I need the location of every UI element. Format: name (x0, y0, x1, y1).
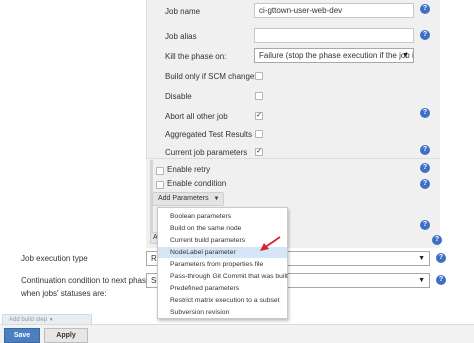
menu-item-restrict-matrix-execution[interactable]: Restrict matrix execution to a subset (158, 295, 287, 306)
job-execution-type-label: Job execution type (21, 254, 88, 263)
aggregated-tests-label: Aggregated Test Results (165, 130, 253, 139)
menu-item-build-same-node[interactable]: Build on the same node (158, 223, 287, 234)
abort-all-checkbox[interactable]: ✓ (255, 112, 263, 120)
menu-item-predefined-parameters[interactable]: Predefined parameters (158, 283, 287, 294)
add-parameters-menu: Boolean parameters Build on the same nod… (157, 207, 288, 319)
add-parameters-label: Add Parameters (158, 195, 209, 202)
chevron-down-icon: ▼ (418, 255, 425, 262)
chevron-down-icon: ▼ (213, 196, 220, 202)
enable-retry-label: Enable retry (167, 165, 211, 174)
help-icon[interactable]: ? (420, 108, 430, 118)
help-icon[interactable]: ? (420, 145, 430, 155)
build-only-scm-label: Build only if SCM changes (165, 72, 259, 81)
checkmark-icon: ✓ (256, 112, 262, 119)
add-build-step-label: Add build step (9, 317, 48, 323)
job-alias-label: Job alias (165, 32, 197, 41)
apply-button[interactable]: Apply (44, 328, 88, 343)
enable-retry-checkbox[interactable] (156, 167, 164, 175)
help-icon[interactable]: ? (420, 179, 430, 189)
kill-phase-select[interactable]: Failure (stop the phase execution if the… (254, 48, 414, 63)
current-params-checkbox[interactable]: ✓ (255, 148, 263, 156)
help-icon[interactable]: ? (420, 163, 430, 173)
help-icon[interactable]: ? (420, 220, 430, 230)
help-icon[interactable]: ? (436, 253, 446, 263)
abort-all-label: Abort all other job (165, 112, 228, 121)
kill-phase-label: Kill the phase on: (165, 52, 227, 61)
menu-item-pass-through-git-commit[interactable]: Pass-through Git Commit that was built (158, 271, 288, 282)
help-icon[interactable]: ? (436, 275, 446, 285)
continuation-label-line2: when jobs' statuses are: (21, 289, 107, 298)
menu-item-parameters-properties-file[interactable]: Parameters from properties file (158, 259, 287, 270)
kill-phase-value: Failure (stop the phase execution if the… (259, 51, 414, 60)
enable-condition-checkbox[interactable] (156, 181, 164, 189)
enable-condition-label: Enable condition (167, 179, 227, 188)
red-arrow-icon (260, 236, 281, 251)
save-button[interactable]: Save (4, 328, 40, 343)
job-name-label: Job name (165, 7, 201, 16)
help-icon[interactable]: ? (420, 30, 430, 40)
job-name-input[interactable]: ci-gttown-user-web-dev (254, 3, 414, 18)
build-only-scm-checkbox[interactable] (255, 72, 263, 80)
chevron-down-icon: ▼ (402, 52, 409, 59)
chevron-down-icon: ▼ (48, 317, 54, 323)
disable-label: Disable (165, 92, 192, 101)
chevron-down-icon: ▼ (418, 277, 425, 284)
checkmark-icon: ✓ (256, 148, 262, 155)
current-params-label: Current job parameters (165, 148, 248, 157)
help-icon[interactable]: ? (432, 235, 442, 245)
disable-checkbox[interactable] (255, 92, 263, 100)
job-alias-input[interactable] (254, 28, 414, 43)
add-parameters-button[interactable]: Add Parameters ▼ (152, 192, 224, 206)
menu-item-boolean-parameters[interactable]: Boolean parameters (158, 211, 287, 222)
continuation-label-line1: Continuation condition to next phase (21, 276, 151, 285)
aggregated-tests-checkbox[interactable] (255, 130, 263, 138)
menu-item-subversion-revision[interactable]: Subversion revision (158, 307, 287, 318)
help-icon[interactable]: ? (420, 4, 430, 14)
